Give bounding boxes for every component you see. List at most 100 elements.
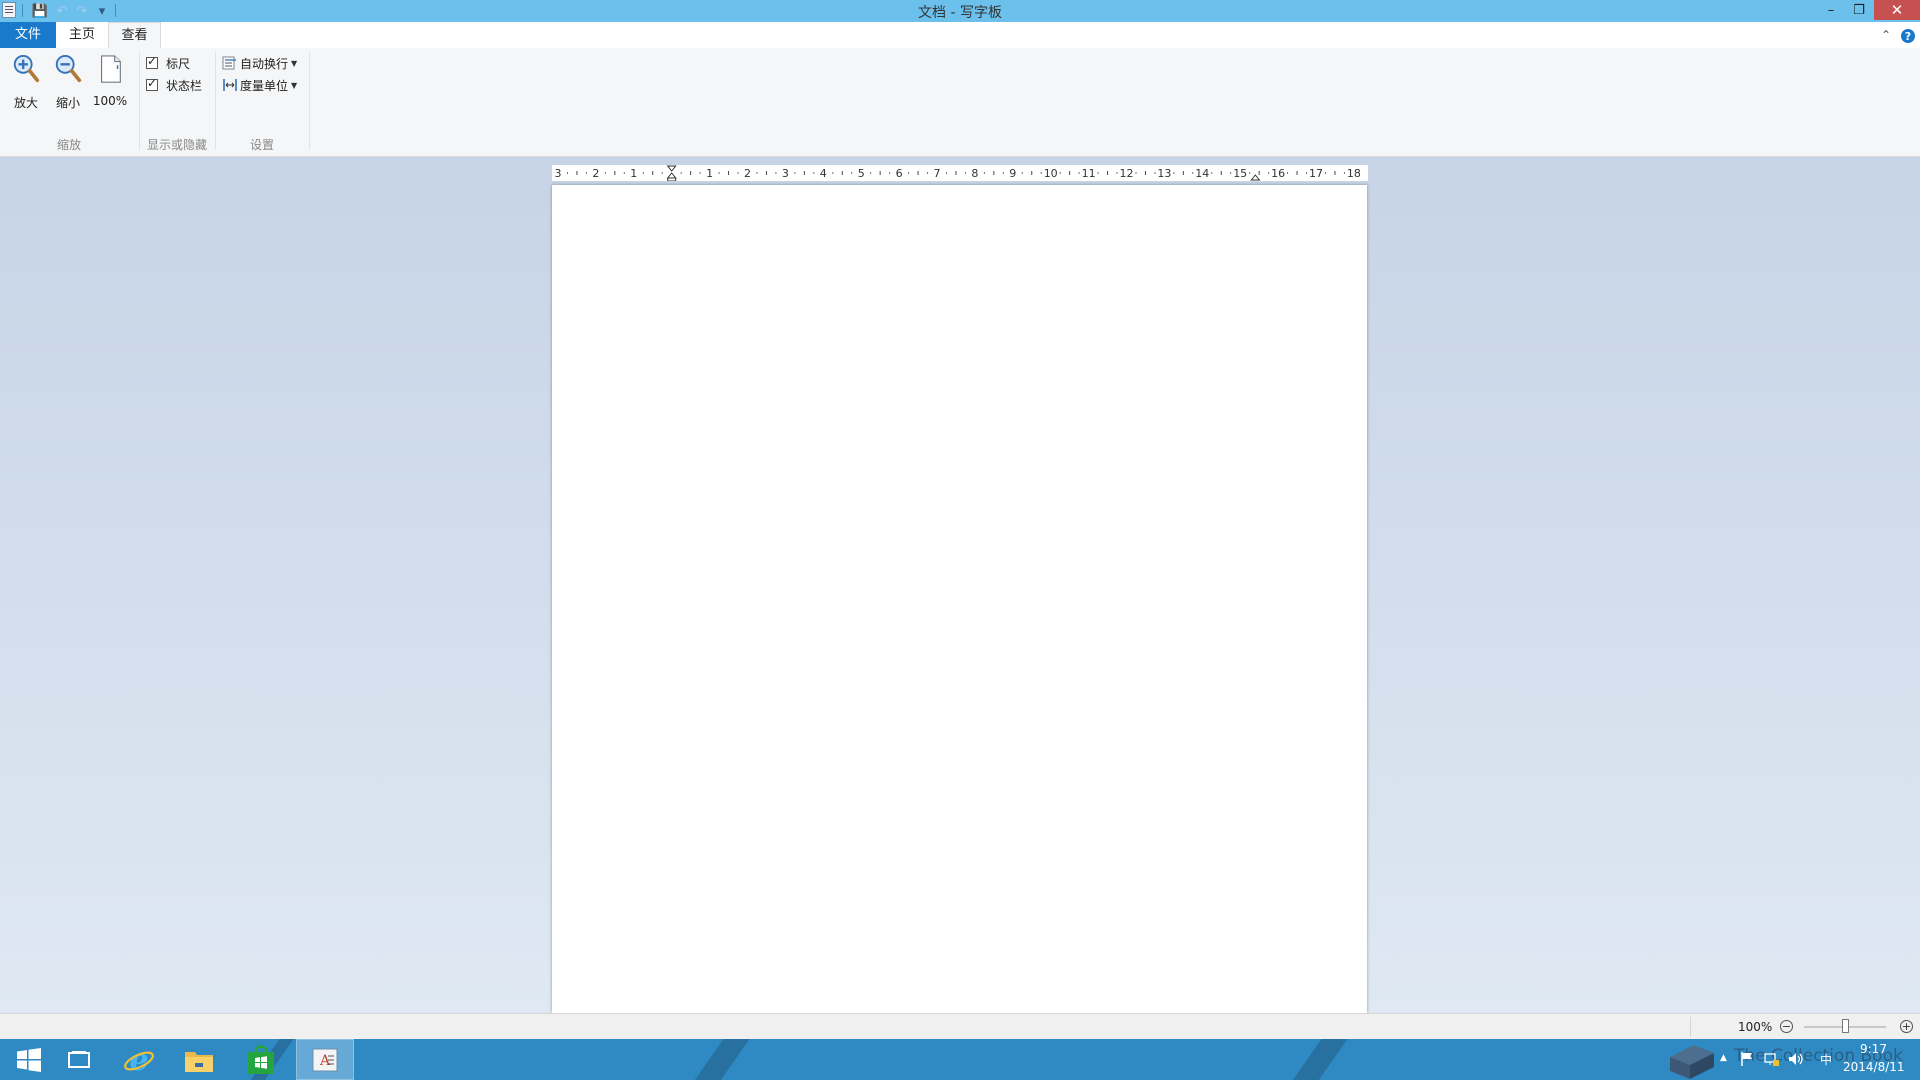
ruler-label: 6 [896, 167, 903, 180]
word-wrap-label: 自动换行 [240, 56, 289, 71]
right-indent-marker-icon [1250, 174, 1261, 181]
ruler-label: 16 [1271, 167, 1285, 180]
ruler-label: 3 [555, 167, 562, 180]
ruler-label: 14 [1195, 167, 1209, 180]
zoom-out-small-button[interactable]: − [1780, 1020, 1793, 1033]
ruler-label: 8 [971, 167, 978, 180]
statusbar-checkbox-label: 状态栏 [166, 78, 203, 93]
zoom-in-small-button[interactable]: + [1900, 1020, 1913, 1033]
restore-button[interactable]: ❐ [1846, 0, 1872, 20]
taskbar-ie-button[interactable]: e [110, 1039, 168, 1080]
ruler-label: 5 [858, 167, 865, 180]
zoom-100-button[interactable]: 100% [90, 52, 130, 110]
ruler-label: 1 [630, 167, 637, 180]
minimize-icon: – [1827, 2, 1835, 18]
zoom-out-button[interactable]: 缩小 [48, 52, 88, 110]
zoom-in-icon [13, 54, 40, 83]
wallpaper-stripe [1279, 1039, 1355, 1080]
measurement-units-icon [223, 79, 237, 91]
checkbox-checked-icon [146, 76, 158, 91]
status-separator [1690, 1017, 1691, 1037]
statusbar-checkbox[interactable]: 状态栏 [146, 76, 202, 94]
zoom-100-label: 100% [92, 94, 128, 108]
ruler-label: 4 [820, 167, 827, 180]
document-workspace: 3 2 1 1 2 3 4 5 6 7 8 9 10 11 12 13 14 15 16 17 18 [0, 157, 1920, 1013]
taskbar-store-button[interactable] [232, 1039, 290, 1080]
help-button[interactable]: ? [1901, 29, 1915, 43]
ruler-label: 18 [1347, 167, 1361, 180]
ruler-label: 2 [744, 167, 751, 180]
taskbar-wordpad-button[interactable]: A [296, 1039, 354, 1080]
zoom-level: 100% [1738, 1020, 1773, 1034]
ruler-label: 13 [1157, 167, 1171, 180]
ribbon-tabs: 文件 主页 查看 [0, 22, 1920, 49]
taskbar-explorer-button[interactable] [170, 1039, 228, 1080]
volume-icon[interactable] [1788, 1051, 1804, 1067]
title-bar: 💾 ↶ ↷ ▾ 文档 - 写字板 – ❐ ✕ [0, 0, 1920, 22]
help-icon: ? [1904, 29, 1912, 43]
ruler-scale: 3 2 1 1 2 3 4 5 6 7 8 9 10 11 12 13 14 15 16 17 18 [555, 165, 1361, 181]
tab-view[interactable]: 查看 [108, 22, 161, 48]
indent-marker-icon [666, 165, 677, 181]
ruler-label: 17 [1309, 167, 1323, 180]
book-watermark-icon [1670, 1045, 1714, 1079]
ruler-label: 7 [934, 167, 941, 180]
ruler-label: 11 [1082, 167, 1096, 180]
ruler[interactable]: 3 2 1 1 2 3 4 5 6 7 8 9 10 11 12 13 14 15 16 17 18 [552, 165, 1368, 181]
action-center-flag-icon[interactable] [1740, 1051, 1754, 1067]
word-wrap-icon [222, 56, 236, 70]
windows-logo-icon [17, 1047, 41, 1072]
clock-time[interactable]: 9:17 [1860, 1042, 1887, 1056]
ruler-label: 1 [706, 167, 713, 180]
minimize-button[interactable]: – [1818, 0, 1844, 20]
show-hide-group-label: 显示或隐藏 [146, 138, 207, 152]
taskbar: e A The Collection Book ▲ 中 9:17 2014/8/… [0, 1039, 1920, 1080]
restore-icon: ❐ [1853, 2, 1865, 18]
window-title: 文档 - 写字板 [918, 5, 1002, 21]
checkbox-checked-icon [146, 54, 158, 69]
ruler-label: 3 [782, 167, 789, 180]
chevron-down-icon: ▼ [291, 58, 298, 68]
close-icon: ✕ [1890, 1, 1904, 19]
settings-group-label: 设置 [249, 138, 274, 152]
wordpad-icon: A [312, 1048, 338, 1071]
svg-text:A: A [319, 1053, 331, 1069]
ruler-checkbox-label: 标尺 [166, 56, 191, 71]
wallpaper-stripe [681, 1039, 757, 1080]
group-separator [309, 52, 310, 150]
page-100-icon [101, 55, 121, 83]
zoom-in-button[interactable]: 放大 [6, 52, 46, 110]
show-hidden-icons-button[interactable]: ▲ [1720, 1053, 1727, 1063]
measurement-units-label: 度量单位 [240, 78, 289, 93]
tab-home[interactable]: 主页 [56, 22, 108, 48]
word-wrap-dropdown[interactable]: 自动换行 ▼ [222, 54, 297, 72]
chevron-down-icon: ▼ [291, 80, 298, 90]
ruler-label: 2 [592, 167, 599, 180]
ime-indicator[interactable]: 中 [1820, 1051, 1832, 1068]
clock-date[interactable]: 2014/8/11 [1843, 1060, 1905, 1074]
internet-explorer-icon: e [124, 1044, 154, 1076]
tab-file[interactable]: 文件 [0, 22, 56, 48]
desktop-icon [68, 1050, 90, 1068]
store-icon [248, 1044, 274, 1074]
minus-icon: − [1781, 1020, 1792, 1033]
chevron-up-icon: ⌃ [1880, 28, 1892, 42]
task-view-button[interactable] [50, 1039, 108, 1080]
document-page[interactable] [552, 185, 1367, 1013]
ruler-label: 9 [1009, 167, 1016, 180]
chevron-up-icon: ▲ [1720, 1053, 1727, 1063]
network-icon[interactable] [1764, 1051, 1780, 1067]
zoom-slider-thumb[interactable] [1842, 1019, 1849, 1033]
close-button[interactable]: ✕ [1874, 0, 1920, 20]
ribbon: 放大 缩小 100% 缩放 标尺 状态栏 显示或隐藏 [0, 48, 1920, 157]
zoom-out-icon [55, 54, 82, 83]
plus-icon: + [1901, 1020, 1912, 1033]
ruler-checkbox[interactable]: 标尺 [146, 54, 190, 72]
zoom-group-label: 缩放 [56, 138, 81, 152]
ruler-label: 10 [1044, 167, 1058, 180]
measurement-units-dropdown[interactable]: 度量单位 ▼ [222, 76, 297, 94]
ruler-label: 15 [1233, 167, 1247, 180]
minimize-ribbon-button[interactable]: ⌃ [1878, 27, 1894, 43]
ruler-label: 12 [1120, 167, 1134, 180]
svg-text:e: e [129, 1044, 148, 1076]
